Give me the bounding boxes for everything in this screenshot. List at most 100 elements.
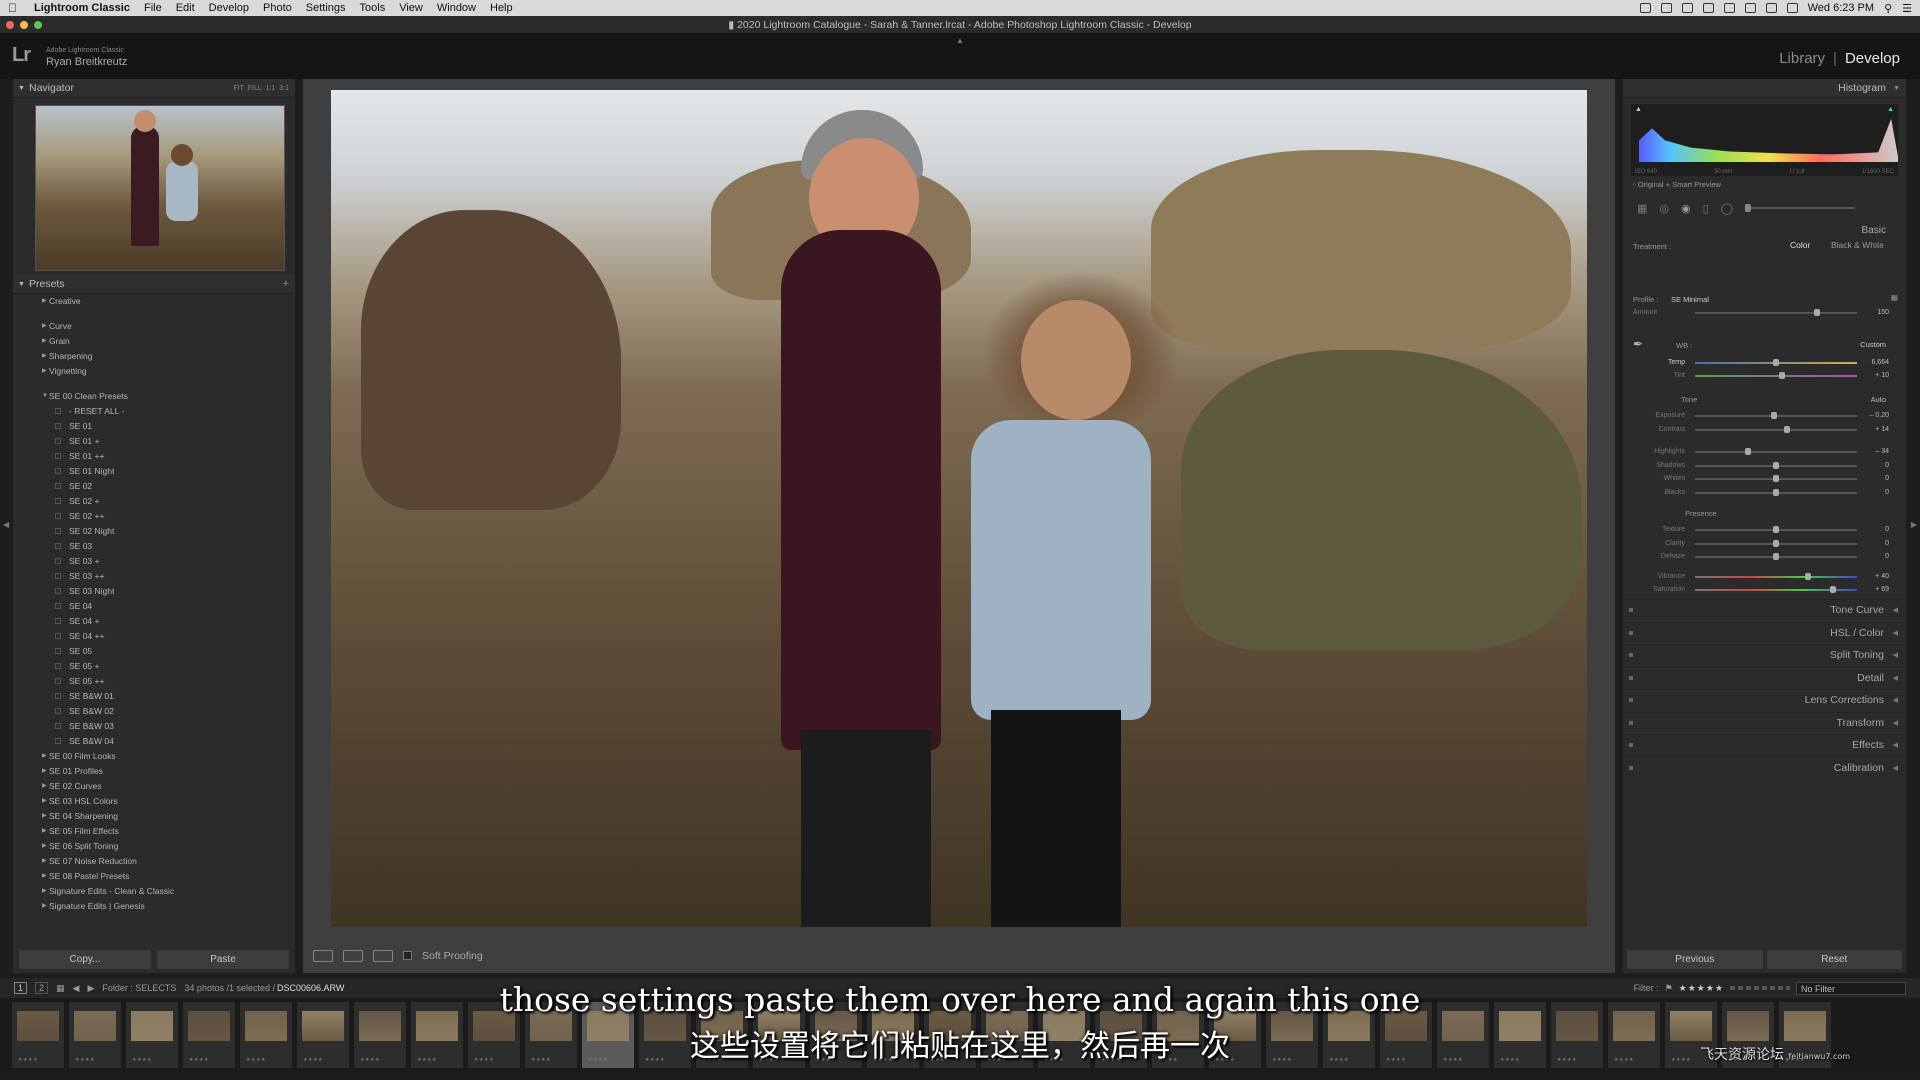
- crop-tool-icon[interactable]: ▦: [1637, 202, 1647, 215]
- preset-item[interactable]: SE 05: [13, 644, 295, 659]
- thumbnail-image[interactable]: [701, 1011, 743, 1041]
- preset-group[interactable]: ▶ Signature Edits | Genesis: [13, 899, 295, 914]
- loupe-view-icon[interactable]: [313, 949, 333, 962]
- slider-value[interactable]: – 34: [1875, 446, 1889, 458]
- filmstrip-thumbnail[interactable]: ★★★★: [240, 1002, 292, 1068]
- thumbnail-image[interactable]: [188, 1011, 230, 1041]
- preset-group[interactable]: ▶ SE 04 Sharpening: [13, 809, 295, 824]
- display-icon[interactable]: [1660, 3, 1672, 13]
- menu-tools[interactable]: Tools: [360, 2, 386, 14]
- slider-value[interactable]: 0: [1885, 551, 1889, 563]
- profile-browser-icon[interactable]: ▦: [1891, 293, 1898, 302]
- thumbnail-image[interactable]: [1043, 1011, 1085, 1041]
- zoom-fill[interactable]: FILL: [248, 85, 262, 92]
- filmstrip-thumbnail[interactable]: ★★★★: [297, 1002, 349, 1068]
- right-panel-toggle-icon[interactable]: ▶: [1911, 520, 1917, 529]
- slider-knob[interactable]: [1829, 586, 1836, 593]
- preset-group[interactable]: ▶ SE 03 HSL Colors: [13, 794, 295, 809]
- thumbnail-image[interactable]: [473, 1011, 515, 1041]
- preset-item[interactable]: SE 02 ++: [13, 509, 295, 524]
- treatment-color[interactable]: Color: [1790, 240, 1810, 250]
- preset-group[interactable]: ▶ SE 05 Film Effects: [13, 824, 295, 839]
- spot-removal-icon[interactable]: ◎: [1659, 202, 1669, 215]
- preset-group[interactable]: ▶ Vignetting: [13, 364, 295, 379]
- slider-shadows[interactable]: Shadows 0: [1633, 460, 1895, 472]
- thumbnail-image[interactable]: [929, 1011, 971, 1041]
- thumbnail-image[interactable]: [872, 1011, 914, 1041]
- collapse-triangle-icon[interactable]: ▼: [18, 281, 25, 288]
- filmstrip-thumbnail[interactable]: ★★★★: [981, 1002, 1033, 1068]
- filmstrip-thumbnail[interactable]: ★★★★: [1038, 1002, 1090, 1068]
- preset-item[interactable]: SE B&W 04: [13, 734, 295, 749]
- preset-group[interactable]: ▶ Sharpening: [13, 349, 295, 364]
- thumbnail-image[interactable]: [74, 1011, 116, 1041]
- thumbnail-image[interactable]: [1385, 1011, 1427, 1041]
- preset-group[interactable]: ▶ SE 00 Film Looks: [13, 749, 295, 764]
- preset-group[interactable]: ▶ SE 08 Pastel Presets: [13, 869, 295, 884]
- collapse-triangle-icon[interactable]: ◀: [1893, 623, 1898, 644]
- preset-group[interactable]: ▶ SE 02 Curves: [13, 779, 295, 794]
- apple-menu-icon[interactable]: : [8, 1, 22, 15]
- menu-view[interactable]: View: [399, 2, 423, 14]
- collapse-triangle-icon[interactable]: ◀: [1893, 758, 1898, 779]
- section-tone-curve[interactable]: Tone Curve ◀: [1623, 599, 1906, 620]
- slider-exposure[interactable]: Exposure – 0.20: [1633, 410, 1895, 422]
- collapse-triangle-icon[interactable]: ◀: [1893, 645, 1898, 666]
- section-split-toning[interactable]: Split Toning ◀: [1623, 644, 1906, 665]
- collapse-triangle-icon[interactable]: ◀: [1893, 600, 1898, 621]
- section-lens-corrections[interactable]: Lens Corrections ◀: [1623, 689, 1906, 710]
- thumbnail-image[interactable]: [131, 1011, 173, 1041]
- preset-item[interactable]: SE 01 +: [13, 434, 295, 449]
- tint-slider[interactable]: Tint + 10: [1633, 370, 1895, 382]
- zoom-1-1[interactable]: 1:1: [266, 85, 276, 92]
- slider-knob[interactable]: [1773, 553, 1779, 560]
- radial-filter-icon[interactable]: ◯: [1721, 202, 1733, 215]
- thumbnail-image[interactable]: [986, 1011, 1028, 1041]
- section-toggle-icon[interactable]: [1629, 720, 1633, 725]
- thumbnail-image[interactable]: [302, 1011, 344, 1041]
- slider-knob[interactable]: [1745, 448, 1752, 455]
- main-photo[interactable]: [331, 90, 1587, 927]
- preset-item[interactable]: SE 03 ++: [13, 569, 295, 584]
- section-toggle-icon[interactable]: [1629, 653, 1633, 657]
- filmstrip-thumbnail[interactable]: ★★★★: [1608, 1002, 1660, 1068]
- collapse-triangle-icon[interactable]: ◀: [1893, 690, 1898, 711]
- slider-track[interactable]: [1695, 428, 1857, 431]
- filmstrip-thumbnail[interactable]: ★★★★: [924, 1002, 976, 1068]
- filmstrip-thumbnail[interactable]: ★★★★: [183, 1002, 235, 1068]
- app-menu[interactable]: Lightroom Classic: [34, 2, 130, 14]
- thumbnail-image[interactable]: [1784, 1011, 1826, 1041]
- menu-edit[interactable]: Edit: [176, 2, 195, 14]
- slider-blacks[interactable]: Blacks 0: [1633, 487, 1895, 499]
- sync-icon[interactable]: [1681, 3, 1693, 13]
- module-library[interactable]: Library: [1779, 50, 1825, 67]
- previous-button[interactable]: Previous: [1627, 950, 1763, 969]
- preset-item[interactable]: SE 05 ++: [13, 674, 295, 689]
- collapse-triangle-icon[interactable]: ◀: [1893, 735, 1898, 756]
- screen-icon[interactable]: [1639, 3, 1651, 13]
- left-panel-toggle-icon[interactable]: ◀: [3, 520, 9, 529]
- eject-icon[interactable]: [1786, 3, 1798, 13]
- wifi-icon[interactable]: [1765, 3, 1777, 13]
- wb-eyedropper-icon[interactable]: ✒: [1633, 337, 1643, 351]
- slider-saturation[interactable]: Saturation + 69: [1633, 584, 1895, 596]
- preset-group[interactable]: ▶ SE 06 Split Toning: [13, 839, 295, 854]
- thumbnail-image[interactable]: [17, 1011, 59, 1041]
- preset-item[interactable]: SE 02: [13, 479, 295, 494]
- filmstrip-thumbnail[interactable]: ★★★★: [525, 1002, 577, 1068]
- thumbnail-image[interactable]: [1727, 1011, 1769, 1041]
- copy-button[interactable]: Copy...: [19, 950, 151, 969]
- section-calibration[interactable]: Calibration ◀: [1623, 756, 1906, 779]
- navigator-preview[interactable]: [35, 105, 285, 271]
- auto-tone-button[interactable]: Auto: [1871, 395, 1886, 404]
- navigator-header[interactable]: ▼ Navigator FIT FILL 1:1 3:1: [13, 79, 295, 98]
- info-icon[interactable]: [1702, 3, 1714, 13]
- red-eye-icon[interactable]: ◉: [1681, 202, 1691, 215]
- filmstrip-thumbnail[interactable]: ★★★★: [1437, 1002, 1489, 1068]
- preset-item[interactable]: SE 01: [13, 419, 295, 434]
- before-after-view-icon[interactable]: [343, 949, 363, 962]
- menu-develop[interactable]: Develop: [209, 2, 249, 14]
- thumbnail-image[interactable]: [1556, 1011, 1598, 1041]
- preset-item[interactable]: SE B&W 01: [13, 689, 295, 704]
- slider-knob[interactable]: [1805, 572, 1812, 580]
